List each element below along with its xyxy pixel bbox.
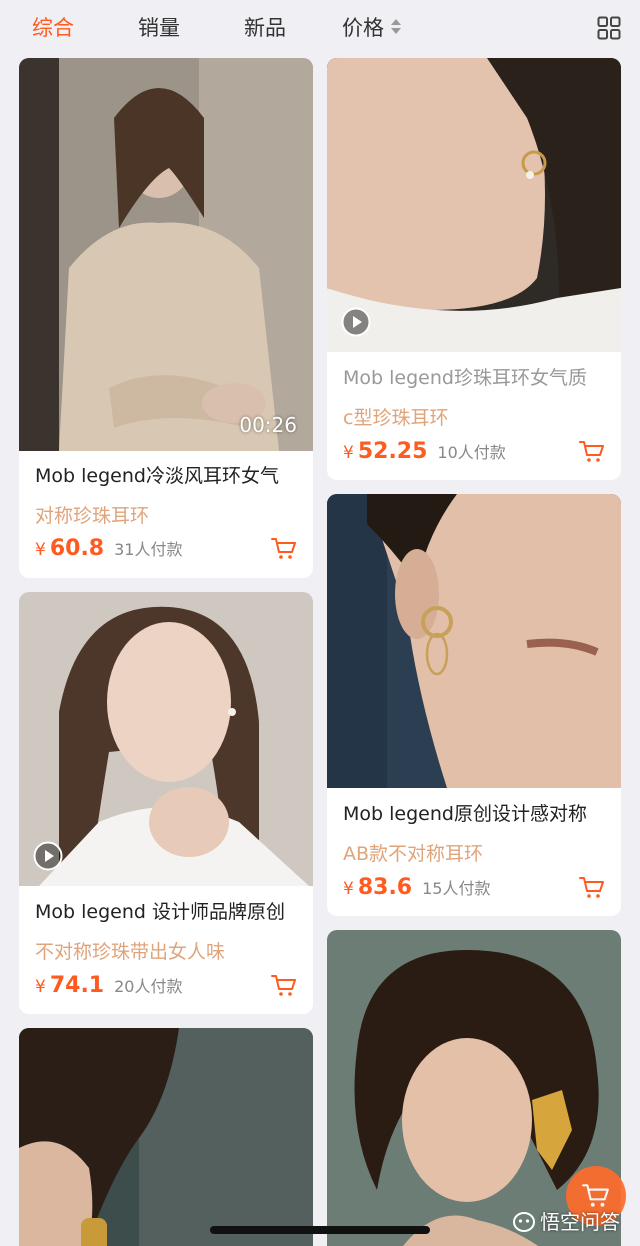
sort-bar: 综合 销量 新品 价格 — [0, 0, 640, 56]
product-price: 52.25 — [357, 439, 428, 464]
product-price: 83.6 — [357, 875, 413, 900]
play-icon[interactable] — [341, 307, 371, 337]
product-card[interactable]: Mob legend珍珠耳环女气质 c型珍珠耳环 ¥52.25 10人付款 — [327, 58, 621, 480]
cart-icon — [582, 1184, 609, 1207]
sales-count: 10人付款 — [437, 443, 506, 462]
sort-arrows-icon[interactable] — [391, 19, 401, 37]
tab-comprehensive[interactable]: 综合 — [32, 13, 74, 43]
watermark-text: 悟空问答 — [540, 1210, 620, 1234]
product-title: Mob legend原创设计感对称 — [343, 803, 587, 825]
product-title: Mob legend珍珠耳环女气质 — [343, 367, 587, 389]
sales-count: 31人付款 — [114, 540, 183, 559]
price-row: ¥74.1 20人付款 — [35, 973, 182, 1003]
product-price: 60.8 — [49, 536, 105, 561]
product-title: Mob legend 设计师品牌原创 — [35, 901, 285, 923]
cart-icon[interactable] — [579, 439, 605, 463]
product-title: Mob legend冷淡风耳环女气 — [35, 465, 279, 487]
tab-sales[interactable]: 销量 — [138, 13, 180, 43]
grid-layout-icon[interactable] — [597, 16, 621, 40]
product-image[interactable]: 00:26 — [19, 58, 313, 451]
sales-count: 15人付款 — [422, 879, 491, 898]
cart-icon[interactable] — [271, 536, 297, 560]
play-icon[interactable] — [33, 841, 63, 871]
cart-icon[interactable] — [271, 973, 297, 997]
price-row: ¥60.8 31人付款 — [35, 536, 182, 566]
product-card[interactable] — [19, 1028, 313, 1246]
product-card[interactable]: Mob legend 设计师品牌原创 不对称珍珠带出女人味 ¥74.1 20人付款 — [19, 592, 313, 1014]
currency-symbol: ¥ — [343, 879, 354, 899]
product-price: 74.1 — [49, 973, 105, 998]
currency-symbol: ¥ — [35, 540, 46, 560]
price-row: ¥83.6 15人付款 — [343, 875, 490, 905]
product-image[interactable] — [327, 494, 621, 788]
product-image[interactable] — [327, 58, 621, 352]
sales-count: 20人付款 — [114, 977, 183, 996]
product-card[interactable]: Mob legend原创设计感对称 AB款不对称耳环 ¥83.6 15人付款 — [327, 494, 621, 916]
video-duration: 00:26 — [239, 413, 297, 437]
tab-price[interactable]: 价格 — [342, 13, 384, 43]
product-subtitle: 对称珍珠耳环 — [35, 505, 150, 527]
product-image[interactable] — [19, 1028, 313, 1246]
currency-symbol: ¥ — [343, 443, 354, 463]
product-subtitle: AB款不对称耳环 — [343, 843, 484, 865]
currency-symbol: ¥ — [35, 977, 46, 997]
product-card[interactable]: 00:26 Mob legend冷淡风耳环女气 对称珍珠耳环 ¥60.8 31人付… — [19, 58, 313, 578]
product-subtitle: 不对称珍珠带出女人味 — [35, 941, 226, 963]
product-subtitle: c型珍珠耳环 — [343, 407, 449, 429]
home-indicator[interactable] — [210, 1226, 430, 1234]
price-row: ¥52.25 10人付款 — [343, 439, 506, 469]
tab-new[interactable]: 新品 — [244, 13, 286, 43]
wukong-logo-icon — [513, 1212, 535, 1232]
cart-icon[interactable] — [579, 875, 605, 899]
product-image[interactable] — [19, 592, 313, 886]
